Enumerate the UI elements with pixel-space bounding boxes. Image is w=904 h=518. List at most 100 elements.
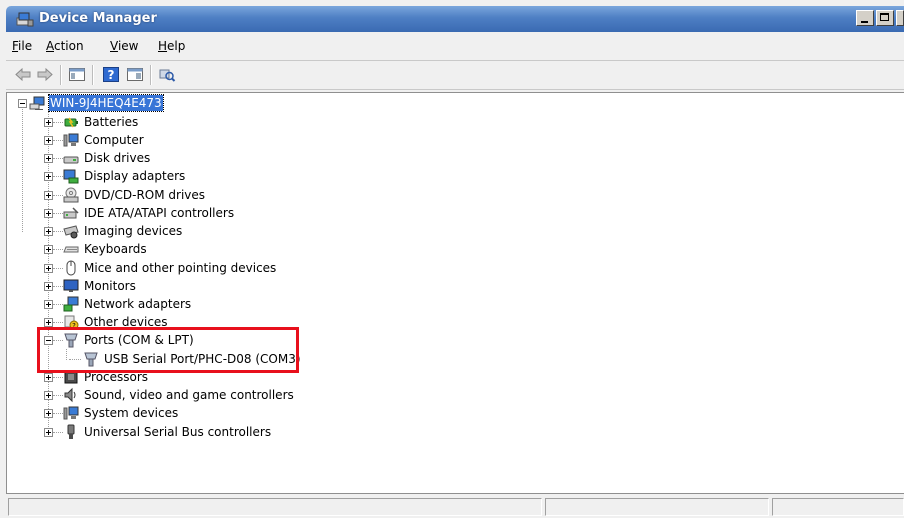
status-cell-2 [545,498,769,516]
tree-root[interactable]: WIN-9J4HEQ4E473 [29,94,164,112]
sound-icon [64,387,76,403]
root-label: WIN-9J4HEQ4E473 [48,94,164,112]
tree-connector [53,249,63,250]
show-hide-console-tree-icon[interactable] [68,66,86,83]
root-expander[interactable] [18,99,27,108]
display-adapter-icon [63,169,79,184]
tree-connector [53,195,63,196]
expander-display-adapters[interactable] [44,172,53,181]
tree-item-label: Other devices [84,315,168,329]
menu-view[interactable]: View [110,39,138,53]
tree-item-computer[interactable]: Computer [63,131,145,149]
computer-icon [29,96,45,110]
expander-dvd-drives[interactable] [44,191,53,200]
menu-file-rest: ile [18,39,33,53]
tree-connector [53,268,63,269]
expander-disk-drives[interactable] [44,154,53,163]
tree-item-sound[interactable]: Sound, video and game controllers [63,386,295,404]
tree-item-imaging-devices[interactable]: Imaging devices [63,222,183,240]
tree-connector [66,349,67,360]
tree-item-processors[interactable]: Processors [63,368,149,386]
device-manager-icon [16,12,34,27]
device-manager-window: Device Manager File Action View Help ? W… [0,0,904,518]
tree-item-usb-controllers[interactable]: Universal Serial Bus controllers [63,423,272,441]
tree-item-label: Sound, video and game controllers [84,388,294,402]
tree-connector [53,286,63,287]
device-tree[interactable]: WIN-9J4HEQ4E473 Batteries Computer Disk … [6,92,904,494]
tree-connector [22,109,23,232]
expander-processors[interactable] [44,373,53,382]
tree-item-keyboards[interactable]: Keyboards [63,240,148,258]
close-button[interactable] [896,10,904,26]
expander-ports[interactable] [44,336,53,345]
tree-item-dvd-drives[interactable]: DVD/CD-ROM drives [63,186,206,204]
tree-item-ide-controllers[interactable]: IDE ATA/ATAPI controllers [63,204,235,222]
tree-item-label: Processors [84,370,149,384]
tree-connector [53,432,63,433]
tree-item-mice[interactable]: Mice and other pointing devices [63,259,277,277]
tree-connector [53,395,63,396]
usb-icon [67,424,75,439]
expander-monitors[interactable] [44,282,53,291]
expander-system-devices[interactable] [44,409,53,418]
caption-buttons [856,10,904,28]
title-bar[interactable]: Device Manager [6,6,904,32]
expander-imaging-devices[interactable] [44,227,53,236]
tree-item-label: Display adapters [84,169,186,183]
menu-view-rest: iew [117,39,139,53]
keyboard-icon [63,246,79,253]
menu-help-accel: H [158,39,168,53]
menu-bar: File Action View Help [6,34,904,58]
tree-item-batteries[interactable]: Batteries [63,113,139,131]
tree-connector [53,231,63,232]
tree-connector [53,176,63,177]
tree-connector [53,122,63,123]
tree-item-label: Ports (COM & LPT) [84,333,194,347]
tree-connector [53,413,63,414]
minimize-button[interactable] [856,10,874,26]
properties-icon[interactable] [126,66,144,83]
port-icon [84,352,98,367]
expander-sound[interactable] [44,391,53,400]
tree-item-usb-serial-port[interactable]: USB Serial Port/PHC-D08 (COM3) [83,350,302,368]
maximize-button[interactable] [876,10,894,26]
tree-item-network-adapters[interactable]: Network adapters [63,295,192,313]
tree-item-label: Keyboards [84,242,147,256]
expander-keyboards[interactable] [44,245,53,254]
expander-computer[interactable] [44,136,53,145]
scan-hardware-changes-icon[interactable] [158,66,176,83]
menu-help-rest: elp [167,39,186,53]
tree-item-system-devices[interactable]: System devices [63,404,179,422]
tree-item-monitors[interactable]: Monitors [63,277,137,295]
tree-connector [53,140,63,141]
expander-other-devices[interactable] [44,318,53,327]
expander-usb-controllers[interactable] [44,428,53,437]
status-cell-3 [772,498,904,516]
tree-item-label: USB Serial Port/PHC-D08 (COM3) [104,352,301,366]
forward-arrow-icon[interactable] [36,66,54,83]
status-bar [6,496,904,518]
tree-item-disk-drives[interactable]: Disk drives [63,149,151,167]
menu-file[interactable]: File [12,39,32,53]
expander-batteries[interactable] [44,118,53,127]
toolbar-separator [150,65,152,85]
expander-ide-controllers[interactable] [44,209,53,218]
menu-view-accel: V [110,39,118,53]
expander-mice[interactable] [44,264,53,273]
help-icon[interactable]: ? [102,66,120,83]
dvd-drive-icon [63,187,79,203]
menu-action[interactable]: Action [46,39,84,53]
tree-connector [53,158,63,159]
disk-drive-icon [63,156,79,164]
expander-network-adapters[interactable] [44,300,53,309]
other-devices-icon: ? [64,315,79,330]
back-arrow-icon[interactable] [14,66,32,83]
menu-action-accel: A [46,39,54,53]
tree-item-label: DVD/CD-ROM drives [84,188,206,202]
tree-item-other-devices[interactable]: ? Other devices [63,313,169,331]
tree-connector [53,304,63,305]
tree-item-ports[interactable]: Ports (COM & LPT) [63,331,195,349]
tree-item-display-adapters[interactable]: Display adapters [63,167,186,185]
menu-help[interactable]: Help [158,39,185,53]
tree-connector [53,322,63,323]
